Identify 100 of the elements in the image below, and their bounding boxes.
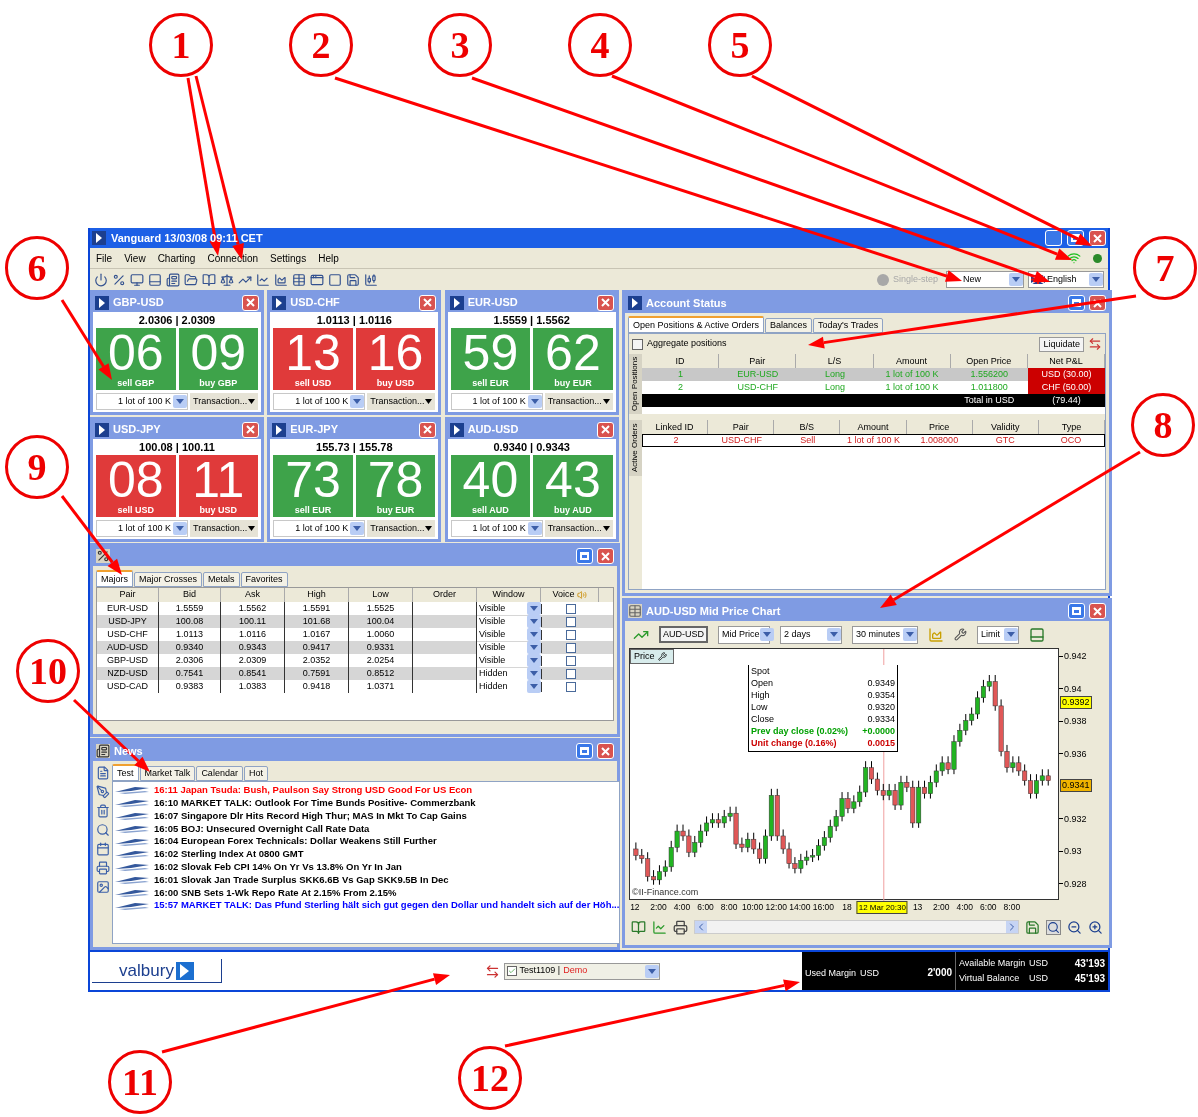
transaction-menu[interactable]: Transaction... [190, 520, 258, 537]
tab[interactable]: Major Crosses [134, 572, 203, 587]
scale-icon[interactable] [220, 272, 234, 287]
tab[interactable]: Test [112, 764, 139, 781]
sell-button[interactable]: 08 sell USD [96, 455, 176, 517]
table-icon[interactable] [292, 272, 306, 287]
order-type-select[interactable]: Limit [977, 625, 1019, 644]
window-select[interactable]: Hidden [477, 667, 541, 680]
trash-icon[interactable] [96, 804, 110, 818]
maximize-button[interactable] [576, 548, 593, 564]
window-select[interactable]: Visible [477, 602, 541, 615]
account-select[interactable]: Test1109 | Demo [503, 962, 660, 980]
search-icon[interactable] [1046, 919, 1061, 935]
lot-size-select[interactable]: 1 lot of 100 K [450, 520, 543, 537]
tab[interactable]: Hot [243, 766, 268, 781]
transaction-menu[interactable]: Transaction... [190, 393, 258, 410]
tab[interactable]: Favorites [240, 572, 288, 587]
close-button[interactable] [597, 743, 614, 759]
lot-size-select[interactable]: 1 lot of 100 K [96, 520, 188, 537]
transaction-menu[interactable]: Transaction... [544, 520, 613, 537]
menu-item[interactable]: File [96, 250, 113, 266]
menu-item[interactable]: Charting [157, 250, 196, 266]
voice-checkbox[interactable] [565, 642, 576, 653]
tab[interactable]: Balances [765, 318, 813, 333]
transaction-menu[interactable]: Transaction... [544, 393, 613, 410]
language-select[interactable]: English [1028, 271, 1104, 288]
zoom-out-icon[interactable] [1067, 919, 1082, 935]
news-headline[interactable]: 16:01 Slovak Jan Trade Surplus SKK6.6B Vs Gap SKK9.5B In Dec [154, 872, 449, 888]
pen-icon[interactable] [96, 785, 110, 799]
candlestick-icon[interactable] [364, 272, 378, 287]
panel-icon[interactable] [148, 272, 162, 287]
transfer-icon[interactable] [1088, 337, 1102, 351]
tab[interactable]: Today's Trades [813, 318, 884, 333]
square-icon[interactable] [328, 272, 342, 287]
lot-size-select[interactable]: 1 lot of 100 K [96, 393, 188, 410]
book-icon[interactable] [202, 272, 216, 287]
menu-item[interactable]: Connection [207, 250, 259, 266]
window-select[interactable]: Visible [477, 615, 541, 628]
voice-checkbox[interactable] [565, 681, 576, 692]
transaction-menu[interactable]: Transaction... [367, 393, 436, 410]
tab[interactable]: Majors [96, 570, 133, 587]
monitor-icon[interactable] [130, 272, 144, 287]
sell-button[interactable]: 13 sell USD [273, 328, 353, 390]
maximize-button[interactable] [1068, 603, 1085, 619]
profile-select[interactable]: New [946, 271, 1024, 288]
picture-icon[interactable] [96, 880, 110, 894]
save-icon[interactable] [346, 272, 360, 287]
close-button[interactable] [419, 421, 437, 438]
close-button[interactable] [242, 421, 259, 438]
lot-size-select[interactable]: 1 lot of 100 K [273, 520, 366, 537]
wrench-icon[interactable] [657, 652, 667, 661]
close-button[interactable] [1089, 603, 1106, 619]
news-headline[interactable]: 16:04 European Forex Technicals: Dollar Weakens Still Further [154, 834, 437, 849]
range-select[interactable]: 2 days [780, 625, 842, 644]
menu-item[interactable]: View [124, 250, 146, 266]
printer-icon[interactable] [673, 919, 688, 935]
order-panel-icon[interactable] [1029, 626, 1045, 643]
area-chart-icon[interactable] [274, 272, 288, 287]
close-button[interactable] [597, 548, 614, 564]
news-headline[interactable]: 16:07 Singapore Dlr Hits Record High Thur; MAS In Mkt To Cap Gains [154, 808, 467, 824]
minimize-button[interactable] [1045, 230, 1062, 246]
window-select[interactable]: Visible [477, 654, 541, 667]
voice-checkbox[interactable] [565, 655, 576, 666]
chart-line-icon[interactable] [652, 919, 667, 935]
maximize-button[interactable] [576, 743, 593, 759]
calendar-icon[interactable] [96, 842, 110, 856]
tab[interactable]: Open Positions & Active Orders [628, 316, 765, 333]
aggregate-checkbox[interactable] [632, 338, 643, 350]
document-icon[interactable] [96, 766, 110, 780]
news-headline[interactable]: 16:11 Japan Tsuda: Bush, Paulson Say Strong USD Good For US Econ [154, 783, 473, 798]
news-headline[interactable]: 15:57 MARKET TALK: Das Pfund Sterling hält sich gut gegen den Dollar und handelt sich auf der Höh... [154, 898, 620, 913]
voice-checkbox[interactable] [565, 668, 576, 679]
liquidate-button[interactable]: Liquidate [1039, 336, 1084, 352]
line-chart-icon[interactable] [256, 272, 270, 287]
save-icon[interactable] [1025, 919, 1040, 935]
buy-button[interactable]: 16 buy USD [355, 328, 436, 390]
news-headline[interactable]: 16:10 MARKET TALK: Outlook For Time Bunds Positive- Commerzbank [154, 796, 476, 811]
symbol-button[interactable]: AUD-USD [659, 626, 708, 643]
news-headline[interactable]: 16:00 SNB Sets 1-Wk Repo Rate At 2.15% From 2.15% [154, 885, 397, 900]
window-select[interactable]: Visible [477, 641, 541, 654]
window-select[interactable]: Hidden [477, 680, 541, 693]
switch-account-icon[interactable] [484, 963, 500, 979]
position-row[interactable]: 1 EUR-USD Long 1 lot of 100 K 1.556200 USD (30.00) [642, 368, 1105, 381]
lot-size-select[interactable]: 1 lot of 100 K [450, 393, 543, 410]
news-headline[interactable]: 16:02 Slovak Feb CPI 14% On Yr Vs 13.8% On Yr In Jan [154, 860, 402, 875]
tab[interactable]: Metals [203, 572, 240, 587]
transaction-menu[interactable]: Transaction... [367, 520, 436, 537]
close-button[interactable] [596, 421, 614, 438]
tab[interactable]: Calendar [196, 766, 243, 781]
menu-item[interactable]: Settings [270, 250, 307, 266]
book-icon[interactable] [631, 919, 646, 935]
window-select[interactable]: Visible [477, 628, 541, 641]
folder-icon[interactable] [184, 272, 198, 287]
close-button[interactable] [596, 294, 614, 311]
newspaper-icon[interactable] [166, 272, 180, 287]
percent-icon[interactable] [112, 272, 126, 287]
close-button[interactable] [419, 294, 437, 311]
voice-checkbox[interactable] [565, 603, 576, 614]
search-icon[interactable] [96, 823, 110, 837]
buy-button[interactable]: 11 buy USD [178, 455, 258, 517]
